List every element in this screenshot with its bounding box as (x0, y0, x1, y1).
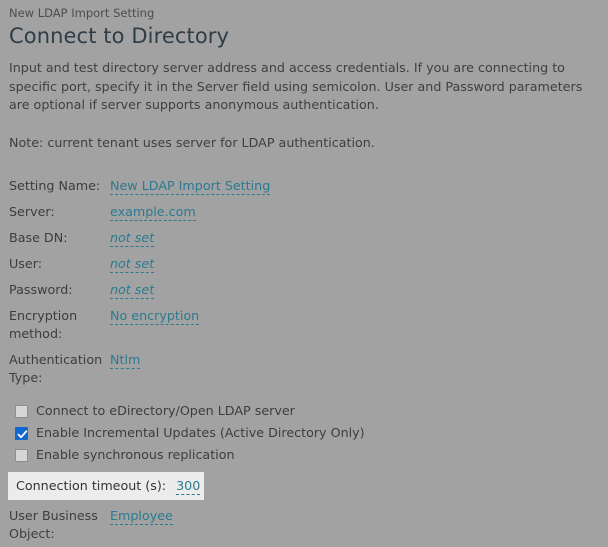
checkbox-group: Connect to eDirectory/Open LDAP server E… (8, 400, 600, 466)
user-link[interactable]: not set (110, 256, 155, 273)
checkbox-label-incremental-updates[interactable]: Enable Incremental Updates (Active Direc… (36, 425, 365, 441)
field-value-user: not set (110, 255, 155, 273)
page-title: Connect to Directory (9, 24, 230, 48)
base-dn-link[interactable]: not set (110, 230, 155, 247)
field-value-encryption-method: No encryption (110, 307, 200, 325)
user-business-object-link[interactable]: Employee (110, 508, 173, 525)
checkbox-row-edirectory[interactable]: Connect to eDirectory/Open LDAP server (8, 400, 600, 422)
field-value-connection-timeout: 300 (176, 477, 201, 495)
field-row-encryption-method: Encryption method: No encryption (8, 303, 600, 347)
field-row-server: Server: example.com (8, 199, 600, 225)
checkbox-label-edirectory[interactable]: Connect to eDirectory/Open LDAP server (36, 403, 295, 419)
checkbox-row-incremental-updates[interactable]: Enable Incremental Updates (Active Direc… (8, 422, 600, 444)
settings-page: New LDAP Import Setting Connect to Direc… (0, 0, 608, 547)
field-row-password: Password: not set (8, 277, 600, 303)
field-row-connection-timeout[interactable]: Connection timeout (s): 300 (8, 472, 204, 500)
field-row-user-business-object: User Business Object: Employee (8, 500, 600, 547)
breadcrumb: New LDAP Import Setting (9, 6, 155, 20)
field-label-server: Server: (9, 204, 55, 219)
field-label-setting-name: Setting Name: (9, 178, 101, 193)
field-value-setting-name: New LDAP Import Setting (110, 177, 271, 195)
checkbox-synchronous-replication[interactable] (15, 448, 28, 462)
field-label-base-dn: Base DN: (9, 230, 68, 245)
field-label-encryption-method: Encryption method: (9, 308, 78, 341)
checkbox-row-synchronous-replication[interactable]: Enable synchronous replication (8, 444, 600, 466)
field-value-password: not set (110, 281, 155, 299)
checkbox-label-synchronous-replication[interactable]: Enable synchronous replication (36, 447, 235, 463)
connection-timeout-link[interactable]: 300 (176, 478, 201, 495)
field-row-authentication-type: Authentication Type: Ntlm (8, 347, 600, 391)
checkbox-incremental-updates[interactable] (15, 426, 28, 440)
field-row-user: User: not set (8, 251, 600, 277)
field-label-connection-timeout: Connection timeout (s): (16, 478, 167, 493)
field-value-user-business-object: Employee (110, 507, 173, 525)
checkbox-edirectory[interactable] (15, 404, 28, 418)
field-value-base-dn: not set (110, 229, 155, 247)
field-label-authentication-type: Authentication Type: (9, 352, 103, 385)
field-value-authentication-type: Ntlm (110, 351, 141, 369)
setting-name-link[interactable]: New LDAP Import Setting (110, 178, 271, 195)
password-link[interactable]: not set (110, 282, 155, 299)
field-row-base-dn: Base DN: not set (8, 225, 600, 251)
page-description: Input and test directory server address … (9, 60, 583, 112)
authentication-type-link[interactable]: Ntlm (110, 352, 141, 369)
field-value-server: example.com (110, 203, 196, 221)
field-label-password: Password: (9, 282, 73, 297)
field-row-setting-name: Setting Name: New LDAP Import Setting (8, 173, 600, 199)
encryption-method-link[interactable]: No encryption (110, 308, 200, 325)
field-label-user: User: (9, 256, 42, 271)
check-icon (17, 429, 28, 438)
server-link[interactable]: example.com (110, 204, 196, 221)
page-note: Note: current tenant uses server for LDA… (9, 134, 375, 150)
settings-form: Setting Name: New LDAP Import Setting Se… (8, 173, 600, 547)
